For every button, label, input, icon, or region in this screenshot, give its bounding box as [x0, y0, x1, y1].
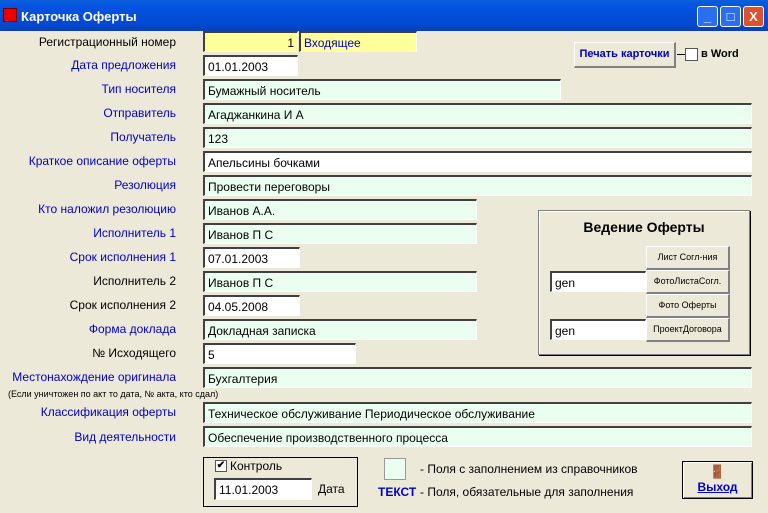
resolution-label: Резолюция: [114, 178, 176, 192]
approval-sheet-input[interactable]: gen: [550, 271, 646, 292]
outgoing-label: № Исходящего: [92, 346, 176, 360]
print-card-button[interactable]: Печать карточки: [574, 42, 676, 68]
panel-title: Ведение Оферты: [583, 219, 705, 235]
window-title: Карточка Оферты: [21, 9, 137, 24]
legend-required-text: - Поля, обязательные для заполнения: [420, 485, 634, 499]
control-date-label: Дата: [318, 482, 345, 496]
reg-number-field[interactable]: 1: [203, 31, 298, 52]
sender-field[interactable]: Агаджанкина И А: [203, 103, 752, 124]
deadline2-label: Срок исполнения 2: [69, 298, 176, 312]
app-icon: [3, 8, 17, 22]
minimize-button[interactable]: _: [697, 6, 718, 27]
control-label: Контроль: [230, 459, 283, 473]
location-field[interactable]: Бухгалтерия: [203, 367, 752, 388]
resolver-field[interactable]: Иванов А.А.: [203, 199, 477, 220]
reg-label: Регистрационный номер: [38, 35, 176, 49]
deadline1-field[interactable]: 07.01.2003: [203, 247, 300, 268]
approval-sheet-button[interactable]: Лист Согл-ния: [646, 246, 730, 270]
carrier-field[interactable]: Бумажный носитель: [203, 79, 561, 100]
control-date-field[interactable]: 11.01.2003: [214, 478, 312, 500]
door-exit-icon: 🚪: [709, 464, 726, 479]
activity-label: Вид деятельности: [74, 430, 176, 444]
executor2-label: Исполнитель 2: [93, 274, 176, 288]
carrier-label: Тип носителя: [101, 82, 176, 96]
summary-label: Краткое описание оферты: [28, 154, 176, 168]
report-label: Форма доклада: [88, 322, 176, 336]
maximize-button[interactable]: □: [720, 6, 741, 27]
date-label: Дата предложения: [71, 58, 176, 72]
resolver-label: Кто наложил резолюцию: [38, 202, 176, 216]
location-note: (Если уничтожен по акт то дата, № акта, …: [8, 389, 219, 399]
title-bar: Карточка Оферты _ □ X: [0, 0, 768, 31]
class-field[interactable]: Техническое обслуживание Периодическое о…: [203, 402, 752, 423]
summary-field[interactable]: Апельсины бочками: [203, 151, 752, 172]
legend-required-sample: ТЕКСТ: [378, 485, 417, 499]
activity-field[interactable]: Обеспечение производственного процесса: [203, 426, 752, 447]
executor1-field[interactable]: Иванов П С: [203, 223, 477, 244]
executor1-label: Исполнитель 1: [93, 226, 176, 240]
connector-line: [677, 54, 685, 55]
approval-sheet-photo-button[interactable]: ФотоЛистаСогл.: [646, 270, 730, 294]
executor2-field[interactable]: Иванов П С: [203, 271, 477, 292]
resolution-field[interactable]: Провести переговоры: [203, 175, 752, 196]
offer-photo-button[interactable]: Фото Оферты: [646, 294, 730, 318]
deadline2-field[interactable]: 04.05.2008: [203, 295, 300, 316]
recipient-field[interactable]: 123: [203, 127, 752, 148]
control-checkbox[interactable]: ✔: [215, 460, 227, 472]
word-label: в Word: [701, 48, 739, 60]
report-field[interactable]: Докладная записка: [203, 319, 477, 340]
contract-draft-button[interactable]: ПроектДоговора: [646, 318, 730, 342]
close-button[interactable]: X: [743, 6, 764, 27]
exit-label: Выход: [697, 480, 738, 494]
word-checkbox[interactable]: [685, 48, 698, 61]
class-label: Классификация оферты: [40, 405, 176, 419]
deadline1-label: Срок исполнения 1: [69, 250, 176, 264]
date-field[interactable]: 01.01.2003: [203, 55, 298, 76]
legend-reference-swatch: [384, 458, 406, 480]
legend-reference-text: - Поля с заполнением из справочников: [420, 462, 638, 476]
sender-label: Отправитель: [103, 106, 176, 120]
exit-button[interactable]: 🚪 Выход: [682, 461, 753, 499]
recipient-label: Получатель: [110, 130, 176, 144]
location-label: Местонахождение оригинала: [12, 370, 176, 384]
reg-type-field[interactable]: Входящее: [299, 31, 417, 52]
contract-draft-input[interactable]: gen: [550, 319, 646, 340]
outgoing-field[interactable]: 5: [203, 343, 356, 364]
